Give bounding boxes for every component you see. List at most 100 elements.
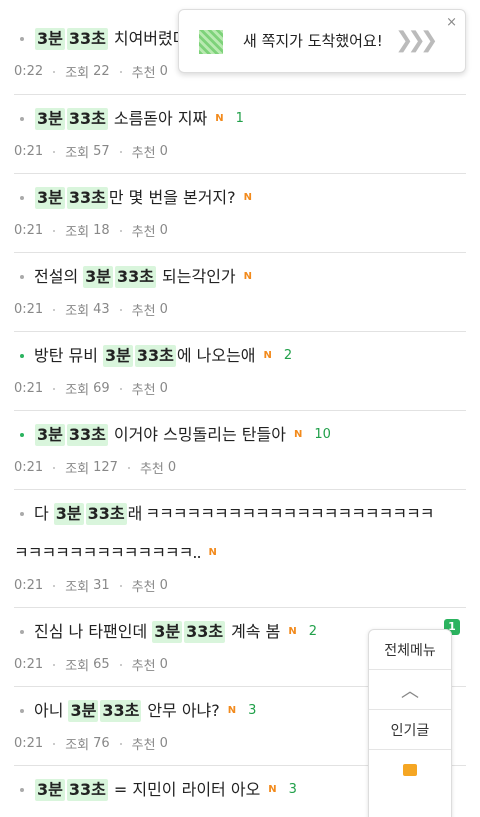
post-time: 0:21 — [14, 144, 44, 159]
views-label: 조회 — [65, 383, 90, 398]
post-time: 0:21 — [14, 381, 44, 396]
post-title[interactable]: 전설의 3분 33초 되는각인가 N — [14, 266, 466, 288]
views-count: 76 — [93, 736, 110, 751]
likes-count: 0 — [159, 223, 168, 238]
title-suffix: 이거야 스밍돌리는 탄들아 — [113, 425, 286, 444]
list-item[interactable]: 3분 33초 소름돋아 지짜 N 1 0:21 조회 57 추천 0 — [14, 95, 466, 174]
new-badge: N — [293, 429, 303, 440]
likes-count: 0 — [159, 736, 168, 751]
title-suffix: 래 ㅋㅋㅋㅋㅋㅋㅋㅋㅋㅋㅋㅋㅋㅋㅋㅋㅋㅋㅋㅋㅋ — [127, 504, 435, 523]
title-suffix: 소름돋아 지짜 — [113, 109, 208, 128]
highlight-seconds: 33초 — [184, 621, 226, 643]
scroll-top-icon[interactable]: ︿ — [369, 670, 451, 710]
likes-count: 0 — [159, 657, 168, 672]
highlight-minutes: 3분 — [35, 779, 65, 801]
post-title[interactable]: 3분 33초 소름돋아 지짜 N 1 — [14, 108, 466, 130]
highlight-seconds: 33초 — [66, 187, 108, 209]
post-meta: 0:21 조회 127 추천 0 — [14, 458, 466, 477]
post-title[interactable]: 방탄 뮤비 3분 33초 에 나오는애 N 2 — [14, 345, 466, 367]
views-count: 57 — [93, 144, 110, 159]
likes-count: 0 — [159, 64, 168, 79]
highlight-minutes: 3분 — [83, 266, 114, 288]
likes-count: 0 — [159, 381, 168, 396]
views-label: 조회 — [65, 66, 90, 81]
new-badge: N — [243, 192, 253, 203]
likes-label: 추천 — [139, 462, 164, 477]
title-suffix: 되는각인가 — [162, 267, 236, 286]
post-title[interactable]: 3분 33초 만 몇 번을 본거지? N — [14, 187, 466, 209]
list-item[interactable]: 3분 33초 이거야 스밍돌리는 탄들아 N 10 0:21 조회 127 추천… — [14, 411, 466, 490]
views-label: 조회 — [65, 146, 90, 161]
title-prefix: 방탄 뮤비 — [34, 346, 98, 365]
bullet-dot — [20, 117, 24, 121]
views-label: 조회 — [65, 462, 90, 477]
highlight-minutes: 3분 — [53, 503, 84, 525]
post-time: 0:21 — [14, 736, 44, 751]
likes-count: 0 — [159, 144, 168, 159]
highlight-minutes: 3분 — [35, 108, 65, 130]
post-meta: 0:21 조회 18 추천 0 — [14, 221, 466, 240]
likes-count: 0 — [159, 578, 168, 593]
message-toast[interactable]: 새 쪽지가 도착했어요! ❯❯❯ × — [178, 9, 466, 73]
comment-count: 2 — [283, 348, 293, 363]
comment-count: 3 — [248, 703, 257, 718]
views-label: 조회 — [65, 225, 90, 240]
new-badge: N — [208, 547, 217, 558]
title-prefix: 다 — [34, 504, 49, 523]
likes-count: 0 — [159, 302, 168, 317]
bullet-dot — [20, 37, 24, 41]
new-badge: N — [243, 271, 253, 282]
chevron-right-icon[interactable]: ❯❯❯ — [395, 28, 438, 53]
highlight-minutes: 3분 — [152, 621, 183, 643]
views-label: 조회 — [65, 738, 90, 753]
title-prefix: 진심 나 타팬인데 — [34, 622, 148, 641]
post-title-line2[interactable]: ㅋㅋㅋㅋㅋㅋㅋㅋㅋㅋㅋㅋㅋ.. N — [14, 542, 466, 564]
views-count: 43 — [93, 302, 110, 317]
highlight-seconds: 33초 — [66, 424, 108, 446]
post-time: 0:21 — [14, 578, 44, 593]
list-item[interactable]: 3분 33초 만 몇 번을 본거지? N 0:21 조회 18 추천 0 — [14, 174, 466, 253]
new-badge: N — [268, 784, 277, 795]
popular-posts-button[interactable]: 인기글 — [369, 710, 451, 750]
bullet-dot — [20, 788, 24, 792]
post-time: 0:21 — [14, 302, 44, 317]
toast-message[interactable]: 새 쪽지가 도착했어요! — [243, 30, 383, 51]
post-time: 0:21 — [14, 460, 44, 475]
likes-label: 추천 — [131, 659, 156, 674]
list-item[interactable]: 전설의 3분 33초 되는각인가 N 0:21 조회 43 추천 0 — [14, 253, 466, 332]
highlight-minutes: 3분 — [35, 28, 65, 50]
likes-label: 추천 — [131, 225, 156, 240]
post-meta: 0:21 조회 43 추천 0 — [14, 300, 466, 319]
comment-count: 2 — [308, 624, 317, 639]
views-count: 18 — [93, 223, 110, 238]
bullet-dot — [20, 630, 24, 634]
close-icon[interactable]: × — [446, 15, 457, 30]
highlight-seconds: 33초 — [115, 266, 157, 288]
post-title[interactable]: 3분 33초 이거야 스밍돌리는 탄들아 N 10 — [14, 424, 466, 446]
bullet-dot — [20, 433, 24, 437]
highlight-seconds: 33초 — [134, 345, 176, 367]
title-suffix: 치여버렸다 — [113, 29, 188, 48]
views-count: 69 — [93, 381, 110, 396]
bullet-dot — [20, 354, 24, 358]
full-menu-button[interactable]: 전체메뉴 — [369, 630, 451, 670]
likes-label: 추천 — [131, 580, 156, 595]
highlight-minutes: 3분 — [35, 424, 65, 446]
app-icon-button[interactable] — [369, 750, 451, 790]
post-time: 0:22 — [14, 64, 44, 79]
bullet-dot — [20, 275, 24, 279]
new-badge: N — [288, 626, 297, 637]
list-item[interactable]: 방탄 뮤비 3분 33초 에 나오는애 N 2 0:21 조회 69 추천 0 — [14, 332, 466, 411]
bullet-dot — [20, 512, 24, 516]
title-prefix: 전설의 — [34, 267, 79, 286]
title-continuation: ㅋㅋㅋㅋㅋㅋㅋㅋㅋㅋㅋㅋㅋ.. — [14, 543, 202, 562]
floating-menu: 전체메뉴 ︿ 인기글 — [368, 629, 452, 817]
likes-count: 0 — [167, 460, 177, 475]
title-suffix: 에 나오는애 — [176, 346, 256, 365]
post-title[interactable]: 다 3분 33초 래 ㅋㅋㅋㅋㅋㅋㅋㅋㅋㅋㅋㅋㅋㅋㅋㅋㅋㅋㅋㅋㅋ — [14, 503, 466, 525]
views-label: 조회 — [65, 304, 90, 319]
list-item[interactable]: 다 3분 33초 래 ㅋㅋㅋㅋㅋㅋㅋㅋㅋㅋㅋㅋㅋㅋㅋㅋㅋㅋㅋㅋㅋ ㅋㅋㅋㅋㅋㅋㅋ… — [14, 490, 466, 608]
new-badge: N — [215, 113, 224, 124]
title-suffix: = 지민이 라이터 아오 — [113, 780, 261, 799]
title-suffix: 계속 봄 — [231, 622, 281, 641]
